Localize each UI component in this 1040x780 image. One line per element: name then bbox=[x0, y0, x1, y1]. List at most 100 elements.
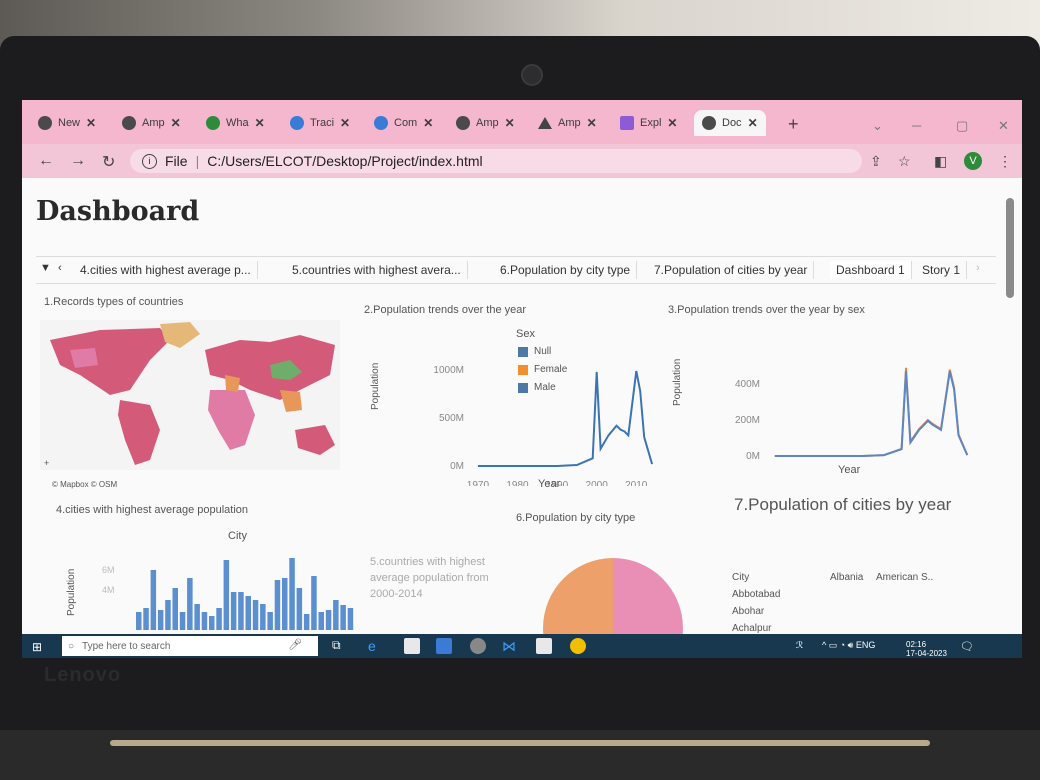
legend-item-null[interactable]: Null bbox=[518, 346, 551, 357]
network-icon[interactable]: ℛ bbox=[796, 640, 803, 651]
series-line-male bbox=[774, 371, 969, 457]
tab-label: Amp bbox=[476, 117, 499, 129]
bookmark-star-icon[interactable]: ☆ bbox=[898, 153, 911, 170]
notification-icon[interactable]: 🗨︎ bbox=[960, 640, 974, 653]
maximize-icon[interactable]: ▢ bbox=[956, 118, 968, 134]
search-icon: ○ bbox=[68, 640, 75, 652]
close-icon[interactable]: ✕ bbox=[505, 116, 515, 130]
tab-7[interactable]: Amp ✕ bbox=[538, 110, 597, 136]
tab-5[interactable]: Com ✕ bbox=[374, 110, 433, 136]
sidepanel-icon[interactable]: ◧ bbox=[934, 153, 947, 170]
windows-taskbar: ⊞ ○ Type here to search 🎤︎ ⧉ e ⋈ ℛ ^ ▭ ◔ … bbox=[22, 634, 1022, 658]
close-icon[interactable]: ✕ bbox=[587, 116, 597, 130]
store-icon[interactable] bbox=[404, 638, 420, 654]
share-icon[interactable]: ⇪ bbox=[870, 153, 882, 170]
drive-icon bbox=[374, 116, 388, 130]
cities-bar-chart[interactable]: 4M 6M bbox=[82, 548, 372, 634]
trend-y-label: Population bbox=[370, 362, 381, 410]
page-scrollbar[interactable] bbox=[1006, 198, 1014, 298]
tab-8[interactable]: Expl ✕ bbox=[620, 110, 677, 136]
mail-icon[interactable] bbox=[436, 638, 452, 654]
sheet-tab-4[interactable]: 4.cities with highest average p... bbox=[74, 261, 258, 279]
tab-3[interactable]: Wha ✕ bbox=[206, 110, 265, 136]
tray-icons[interactable]: ^ ▭ ◔ 🔊︎ ENG bbox=[822, 640, 875, 651]
edge-icon[interactable]: e bbox=[368, 638, 384, 654]
bar bbox=[157, 610, 164, 630]
chevron-down-icon[interactable]: ⌄ bbox=[872, 118, 883, 134]
close-icon[interactable]: ✕ bbox=[340, 116, 350, 130]
close-icon[interactable]: ✕ bbox=[423, 116, 433, 130]
table-country-header: Albania bbox=[830, 572, 864, 583]
back-icon[interactable]: ← bbox=[38, 152, 54, 170]
x-tick-label: 2010 bbox=[625, 480, 648, 486]
series-line-female bbox=[774, 367, 969, 457]
legend-title: Sex bbox=[516, 328, 535, 340]
bar bbox=[209, 616, 215, 630]
search-placeholder: Type here to search bbox=[82, 640, 171, 652]
file-explorer-icon[interactable] bbox=[536, 638, 552, 654]
chevron-right-icon[interactable]: › bbox=[976, 262, 980, 274]
bar bbox=[318, 612, 324, 630]
tab-6[interactable]: Amp ✕ bbox=[456, 110, 515, 136]
table-row: Abohar bbox=[732, 606, 765, 617]
reload-icon[interactable]: ↻ bbox=[102, 152, 115, 172]
trend-sex-chart[interactable]: 0M200M400M19701980199020002010 bbox=[686, 326, 986, 466]
trend-sex-x-label: Year bbox=[838, 464, 861, 476]
microphone-icon[interactable]: 🎤︎ bbox=[288, 638, 304, 654]
close-icon[interactable]: ✕ bbox=[255, 116, 265, 130]
triangle-icon bbox=[538, 117, 552, 129]
close-window-icon[interactable]: ✕ bbox=[998, 118, 1009, 134]
vscode-icon[interactable]: ⋈ bbox=[502, 638, 518, 654]
chrome-icon[interactable] bbox=[470, 638, 486, 654]
forward-icon[interactable]: → bbox=[70, 152, 86, 170]
new-tab-button[interactable]: + bbox=[788, 114, 799, 135]
cities-caption: 4.cities with highest average population bbox=[56, 504, 249, 516]
sheet-tab-dashboard[interactable]: Dashboard 1 bbox=[830, 261, 912, 279]
close-icon[interactable]: ✕ bbox=[171, 116, 181, 130]
sheet-tab-6[interactable]: 6.Population by city type bbox=[494, 261, 638, 279]
tab-2[interactable]: Amp ✕ bbox=[122, 110, 181, 136]
table-col-header: City bbox=[732, 572, 750, 583]
legend-swatch bbox=[518, 382, 528, 393]
taskbar-search[interactable]: ○ Type here to search bbox=[62, 636, 318, 656]
tab-label: Traci bbox=[310, 117, 335, 129]
menu-icon[interactable]: ⋮ bbox=[998, 153, 1012, 170]
bar bbox=[274, 580, 281, 630]
sheet-tab-5[interactable]: 5.countries with highest avera... bbox=[286, 261, 468, 279]
tab-label: Wha bbox=[226, 117, 249, 129]
clock[interactable]: 02:16 17-04-2023 bbox=[906, 640, 947, 658]
bar bbox=[303, 614, 310, 630]
url-bar[interactable]: i File | C:/Users/ELCOT/Desktop/Project/… bbox=[130, 149, 862, 173]
tab-1[interactable]: New ✕ bbox=[38, 110, 96, 136]
legend-item-male[interactable]: Male bbox=[518, 382, 556, 393]
info-icon[interactable]: i bbox=[142, 153, 157, 169]
laptop-base bbox=[0, 730, 1040, 780]
world-map[interactable]: + bbox=[40, 320, 340, 470]
bar bbox=[223, 560, 230, 630]
tab-4[interactable]: Traci ✕ bbox=[290, 110, 350, 136]
url-scheme: File bbox=[165, 153, 188, 169]
whatsapp-icon bbox=[206, 116, 220, 130]
legend-item-female[interactable]: Female bbox=[518, 364, 567, 375]
chevron-left-icon[interactable]: ‹ bbox=[58, 262, 62, 274]
tab-label: Amp bbox=[558, 117, 581, 129]
city-type-pie[interactable] bbox=[538, 556, 688, 634]
profile-avatar[interactable]: V bbox=[964, 152, 982, 170]
chrome-icon bbox=[38, 116, 52, 130]
close-icon[interactable]: ✕ bbox=[748, 116, 758, 130]
minimize-icon[interactable]: ─ bbox=[912, 118, 921, 133]
windows-start-icon[interactable]: ⊞ bbox=[32, 640, 42, 654]
caret-down-icon[interactable]: ▼ bbox=[40, 262, 51, 274]
sheet-tab-story[interactable]: Story 1 bbox=[916, 261, 968, 279]
chrome-icon[interactable] bbox=[570, 638, 586, 654]
bar bbox=[311, 576, 317, 630]
bar bbox=[289, 558, 295, 630]
bar bbox=[201, 612, 208, 630]
close-icon[interactable]: ✕ bbox=[86, 116, 96, 130]
close-icon[interactable]: ✕ bbox=[667, 116, 677, 130]
map-attribution: © Mapbox © OSM bbox=[52, 480, 118, 489]
cities-y-label: Population bbox=[66, 568, 77, 616]
tab-9-active[interactable]: Doc ✕ bbox=[694, 110, 766, 136]
sheet-tab-7[interactable]: 7.Population of cities by year bbox=[648, 261, 815, 279]
task-view-icon[interactable]: ⧉ bbox=[332, 638, 348, 654]
